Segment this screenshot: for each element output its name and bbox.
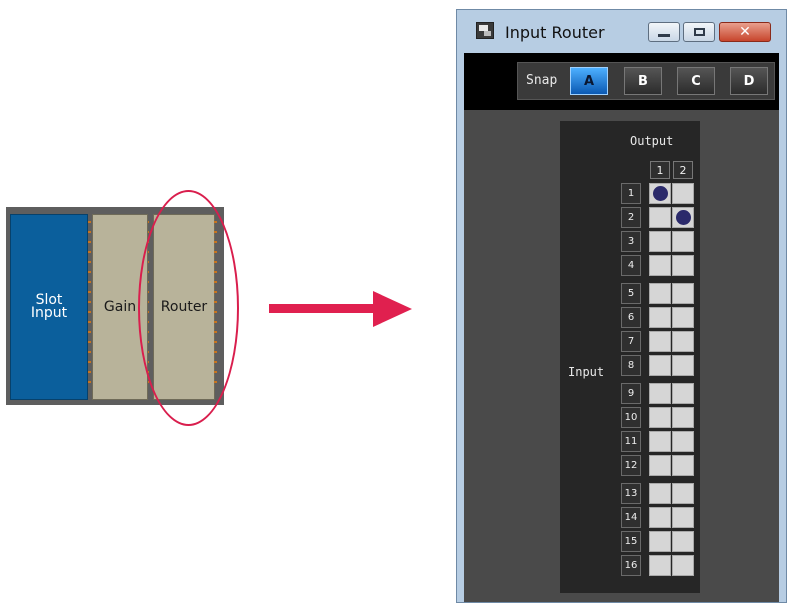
matrix-cell[interactable] [649,283,671,304]
title-bar[interactable]: Input Router ✕ [457,10,786,56]
input-row-header: 6 [621,307,641,328]
connection-dot [676,210,691,225]
input-router-window: Input Router ✕ Snap A B C D Output Input… [456,9,787,603]
matrix-cell[interactable] [649,355,671,376]
snap-button-a[interactable]: A [570,67,608,95]
minimize-button[interactable] [648,22,680,42]
matrix-cell[interactable] [649,255,671,276]
maximize-button[interactable] [683,22,715,42]
matrix-cell[interactable] [649,207,671,228]
arrow-right-icon [269,291,412,327]
input-row-header: 2 [621,207,641,228]
matrix-cell[interactable] [649,231,671,252]
matrix-cell[interactable] [649,483,671,504]
matrix-cell[interactable] [672,231,694,252]
input-row-header: 4 [621,255,641,276]
matrix-cell[interactable] [672,455,694,476]
matrix-cell[interactable] [672,483,694,504]
snap-label: Snap [526,73,558,88]
minimize-icon [658,33,670,37]
matrix-cell[interactable] [649,531,671,552]
input-row-header: 12 [621,455,641,476]
input-row-header: 11 [621,431,641,452]
input-row-header: 7 [621,331,641,352]
snap-group: Snap A B C D [517,62,775,100]
snap-button-d[interactable]: D [730,67,768,95]
window-title: Input Router [505,23,605,42]
input-row-header: 1 [621,183,641,204]
output-column-header: 2 [673,161,693,179]
snap-button-c[interactable]: C [677,67,715,95]
matrix-cell[interactable] [649,507,671,528]
snap-button-b[interactable]: B [624,67,662,95]
matrix-cell[interactable] [672,507,694,528]
output-column-header: 1 [650,161,670,179]
input-label: Input [568,365,605,379]
matrix-cell[interactable] [672,383,694,404]
connection-dot [653,186,668,201]
input-row-header: 15 [621,531,641,552]
input-row-header: 16 [621,555,641,576]
close-button[interactable]: ✕ [719,22,771,42]
input-row-header: 13 [621,483,641,504]
output-label: Output [630,134,674,148]
slot-input-block[interactable]: Slot Input [10,214,88,400]
port-ticks [88,221,91,391]
matrix-cell[interactable] [649,383,671,404]
matrix-cell[interactable] [672,307,694,328]
matrix-cell[interactable] [672,331,694,352]
router-highlight [138,190,239,426]
input-row-header: 8 [621,355,641,376]
close-icon: ✕ [739,24,751,40]
snap-bar: Snap A B C D [464,53,779,110]
input-row-header: 10 [621,407,641,428]
input-row-header: 3 [621,231,641,252]
matrix-cell[interactable] [649,331,671,352]
input-row-header: 5 [621,283,641,304]
matrix-cell[interactable] [672,431,694,452]
matrix-cell[interactable] [672,255,694,276]
input-row-header: 14 [621,507,641,528]
matrix-cell[interactable] [672,407,694,428]
matrix-cell[interactable] [672,355,694,376]
matrix-cell[interactable] [672,531,694,552]
maximize-icon [693,28,705,36]
app-icon[interactable] [476,22,494,39]
matrix-cell[interactable] [649,307,671,328]
matrix-cell[interactable] [649,555,671,576]
matrix-cell[interactable] [649,431,671,452]
matrix-cell[interactable] [672,555,694,576]
input-row-header: 9 [621,383,641,404]
matrix-cell[interactable] [672,207,694,228]
matrix-cell[interactable] [672,283,694,304]
matrix-cell[interactable] [649,183,671,204]
matrix-cell[interactable] [672,183,694,204]
routing-matrix: Output Input 1 2 1 2 3 4 5 6 7 8 9 10 11 12 13 14 15 16 [560,121,700,593]
router-client-area: Snap A B C D Output Input 1 2 1 2 3 4 5 6 7 8 9 10 1… [464,53,779,602]
matrix-cell[interactable] [649,407,671,428]
matrix-cell[interactable] [649,455,671,476]
